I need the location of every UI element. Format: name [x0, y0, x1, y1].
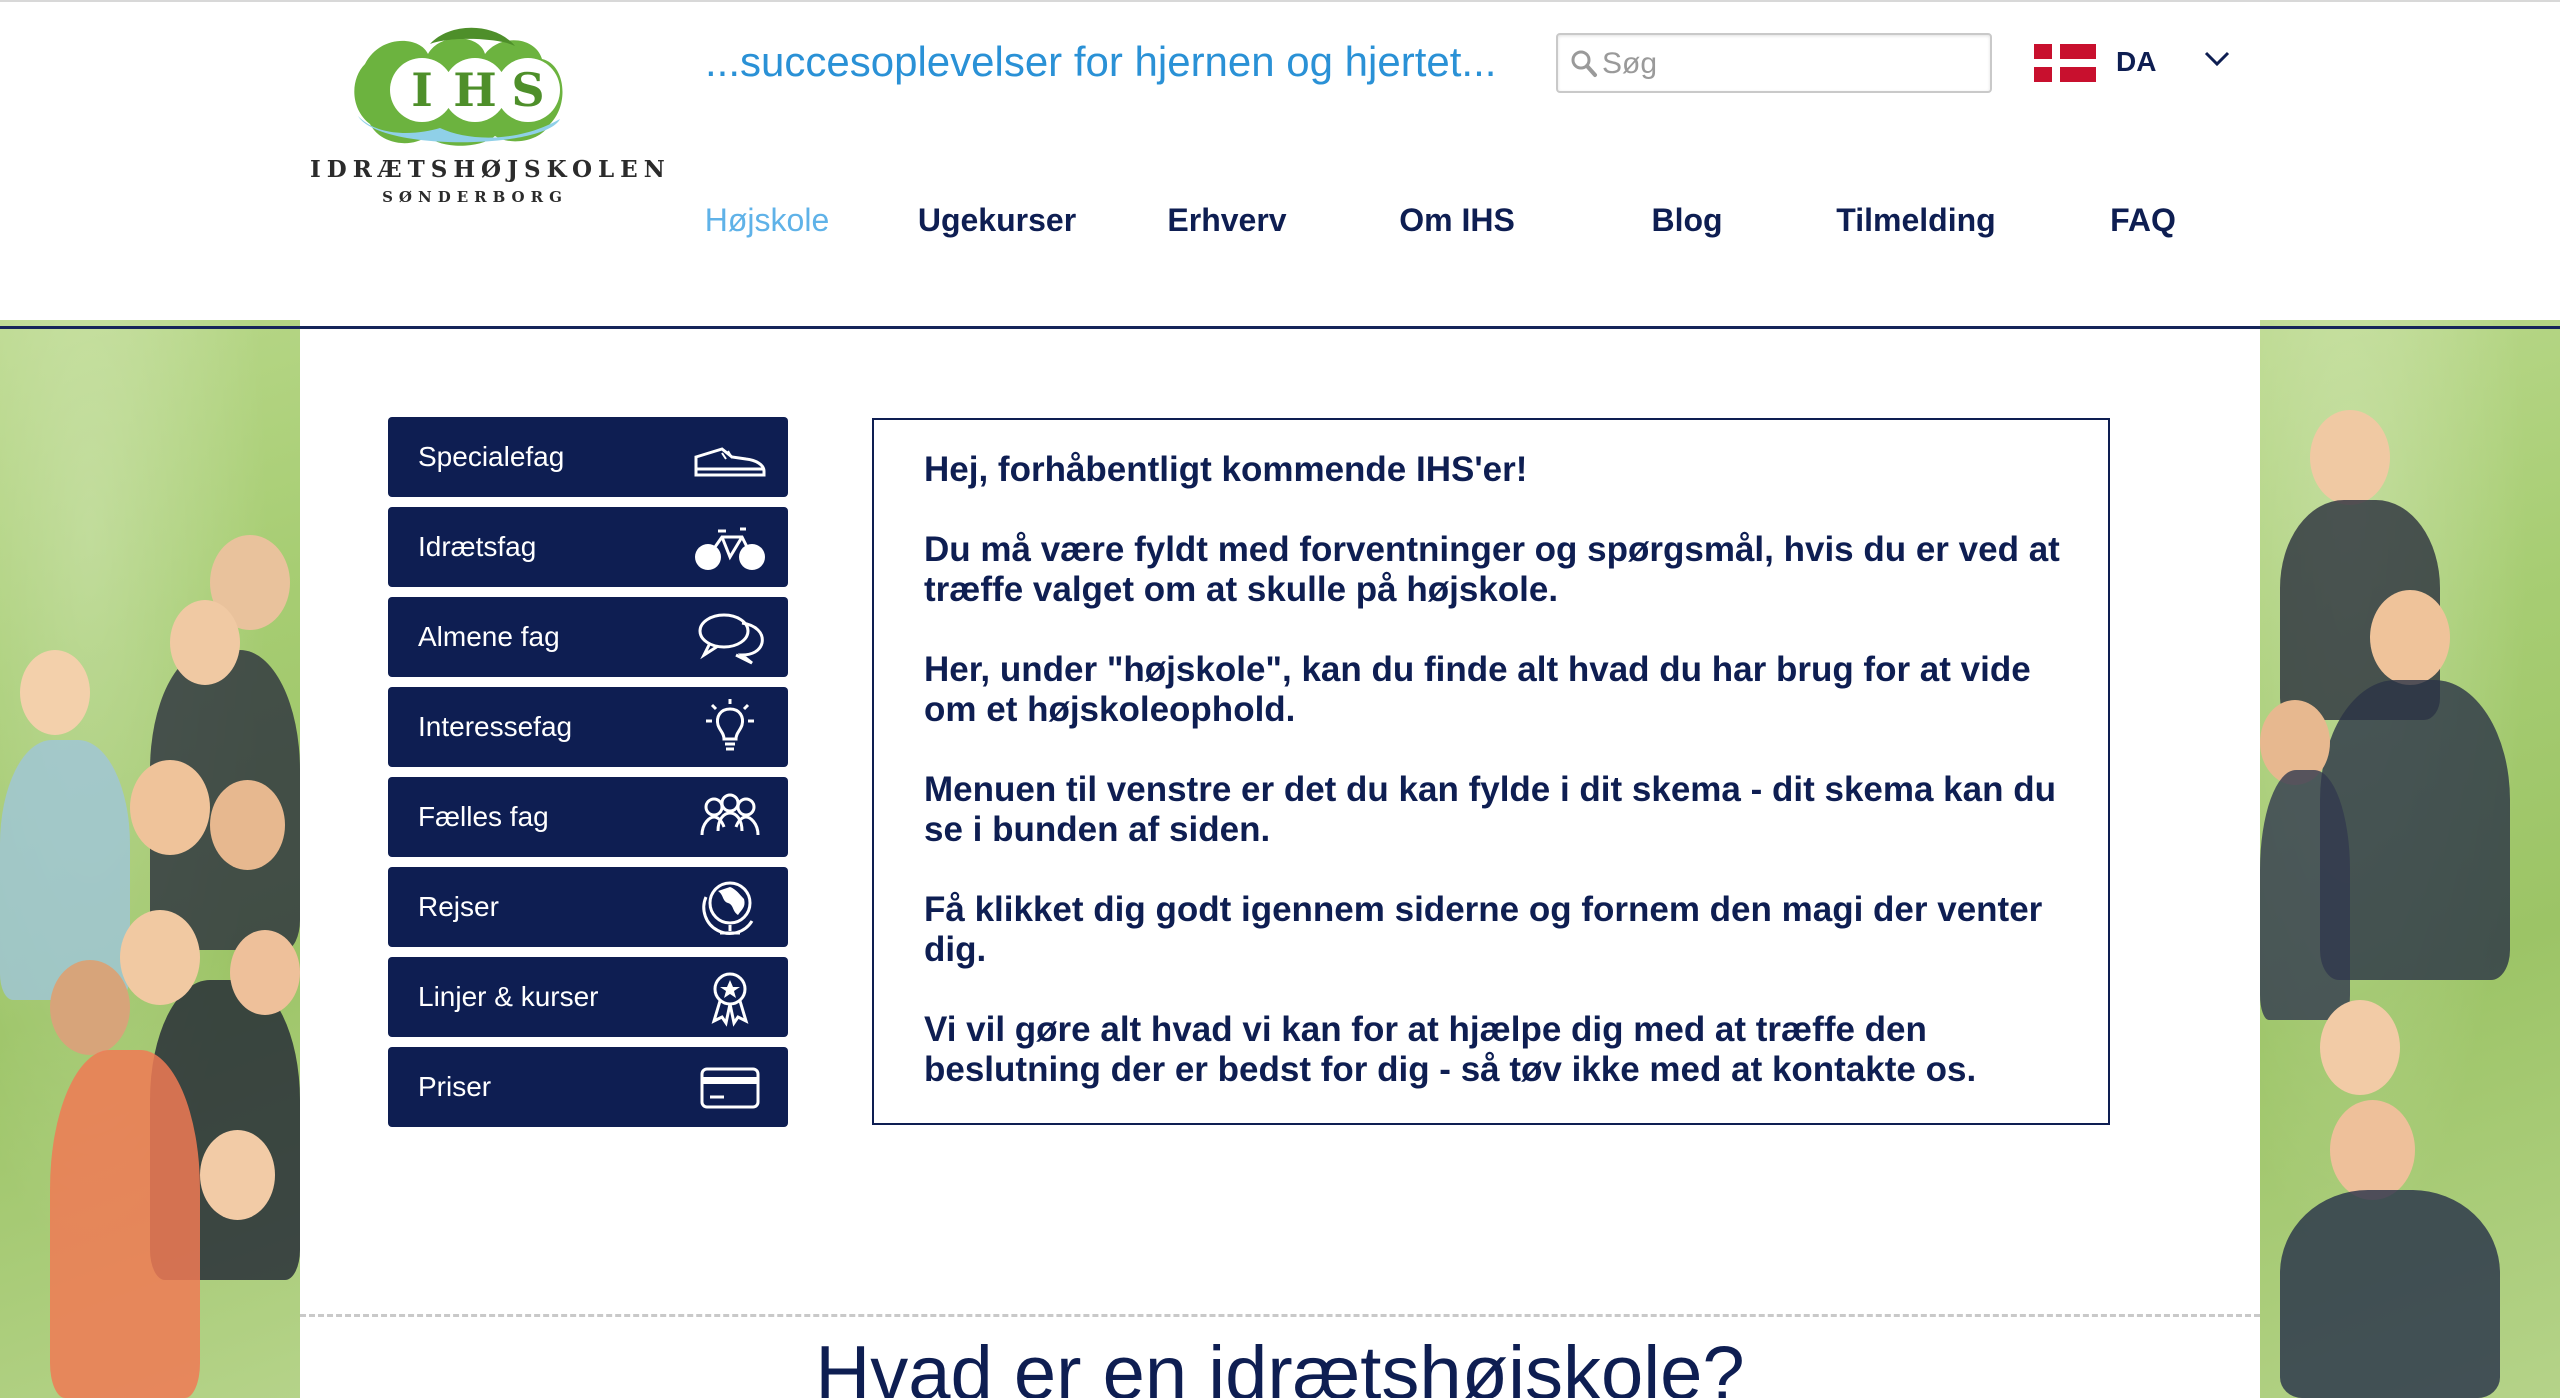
nav-item-hojskole[interactable]: Højskole	[705, 202, 829, 239]
intro-text: Hej, forhåbentligt kommende IHS'er! Du m…	[924, 450, 2074, 1130]
side-menu-item-specialefag[interactable]: Specialefag	[388, 417, 788, 497]
award-ribbon-icon	[711, 972, 749, 1027]
side-menu-item-linjer-kurser[interactable]: Linjer & kurser	[388, 957, 788, 1037]
header-divider	[0, 326, 2560, 329]
nav-item-ugekurser[interactable]: Ugekurser	[918, 202, 1076, 239]
globe-icon	[702, 881, 754, 935]
language-code: DA	[2116, 46, 2157, 77]
side-menu-label: Linjer & kurser	[418, 981, 599, 1012]
site-header: I H S IDRÆTSHØJSKOLEN SØNDERBORG ...succ…	[0, 0, 2560, 320]
side-menu-item-priser[interactable]: Priser	[388, 1047, 788, 1127]
side-menu-label: Fælles fag	[418, 801, 549, 832]
intro-paragraph: Menuen til venstre er det du kan fylde i…	[924, 770, 2056, 849]
ihs-logo[interactable]: I H S IDRÆTSHØJSKOLEN SØNDERBORG	[310, 24, 671, 214]
intro-paragraph: Vi vil gøre alt hvad vi kan for at hjælp…	[924, 1010, 1977, 1089]
ihs-logo-emblem: I H S	[354, 27, 563, 146]
side-menu-item-almene-fag[interactable]: Almene fag	[388, 597, 788, 677]
speech-bubbles-icon	[698, 613, 764, 665]
danish-flag-icon	[2034, 44, 2096, 82]
site-tagline: ...succesoplevelser for hjernen og hjert…	[705, 38, 1497, 85]
side-menu-label: Idrætsfag	[418, 531, 537, 562]
side-menu-label: Interessefag	[418, 711, 573, 742]
nav-item-blog[interactable]: Blog	[1651, 202, 1722, 239]
side-menu-label: Priser	[418, 1071, 492, 1102]
side-menu-label: Specialefag	[418, 441, 565, 472]
logo-school-name: IDRÆTSHØJSKOLEN	[310, 156, 671, 183]
section-heading: Hvad er en idrætshøjskole?	[815, 1331, 1745, 1398]
side-menu-label: Almene fag	[418, 621, 560, 652]
search-box[interactable]	[1556, 33, 1992, 93]
logo-letter-i: I	[411, 63, 433, 117]
side-menu-item-idraetsfag[interactable]: Idrætsfag	[388, 507, 788, 587]
intro-greeting: Hej, forhåbentligt kommende IHS'er!	[924, 450, 1528, 489]
credit-card-icon	[700, 1067, 760, 1109]
main-navigation: Højskole Ugekurser Erhverv Om IHS Blog T…	[0, 202, 2560, 262]
intro-paragraph: Få klikket dig godt igennem siderne og f…	[924, 890, 2043, 969]
intro-box: Hej, forhåbentligt kommende IHS'er! Du m…	[872, 418, 2110, 1125]
nav-item-faq[interactable]: FAQ	[2110, 202, 2176, 239]
nav-item-om-ihs[interactable]: Om IHS	[1399, 202, 1515, 239]
nav-item-tilmelding[interactable]: Tilmelding	[1836, 202, 1995, 239]
side-menu-item-interessefag[interactable]: Interessefag	[388, 687, 788, 767]
intro-paragraph: Her, under "højskole", kan du finde alt …	[924, 650, 2031, 729]
logo-letter-h: H	[453, 63, 496, 117]
side-menu-item-rejser[interactable]: Rejser	[388, 867, 788, 947]
intro-paragraph: Du må være fyldt med forventninger og sp…	[924, 530, 2060, 609]
background-photo-right	[2260, 320, 2560, 1398]
language-selector[interactable]: DA	[2034, 42, 2234, 82]
background-photo-left	[0, 320, 300, 1398]
logo-letter-s: S	[511, 63, 544, 117]
nav-item-erhverv[interactable]: Erhverv	[1167, 202, 1286, 239]
sneaker-icon	[694, 447, 766, 477]
search-input[interactable]	[1602, 43, 1982, 85]
chevron-down-icon[interactable]	[2204, 50, 2230, 68]
side-menu-item-faelles-fag[interactable]: Fælles fag	[388, 777, 788, 857]
search-icon	[1571, 50, 1597, 77]
section-divider	[300, 1314, 2260, 1317]
side-menu-label: Rejser	[418, 891, 499, 922]
lightbulb-icon	[706, 699, 754, 751]
bicycle-icon	[695, 527, 765, 570]
group-icon	[700, 793, 760, 836]
